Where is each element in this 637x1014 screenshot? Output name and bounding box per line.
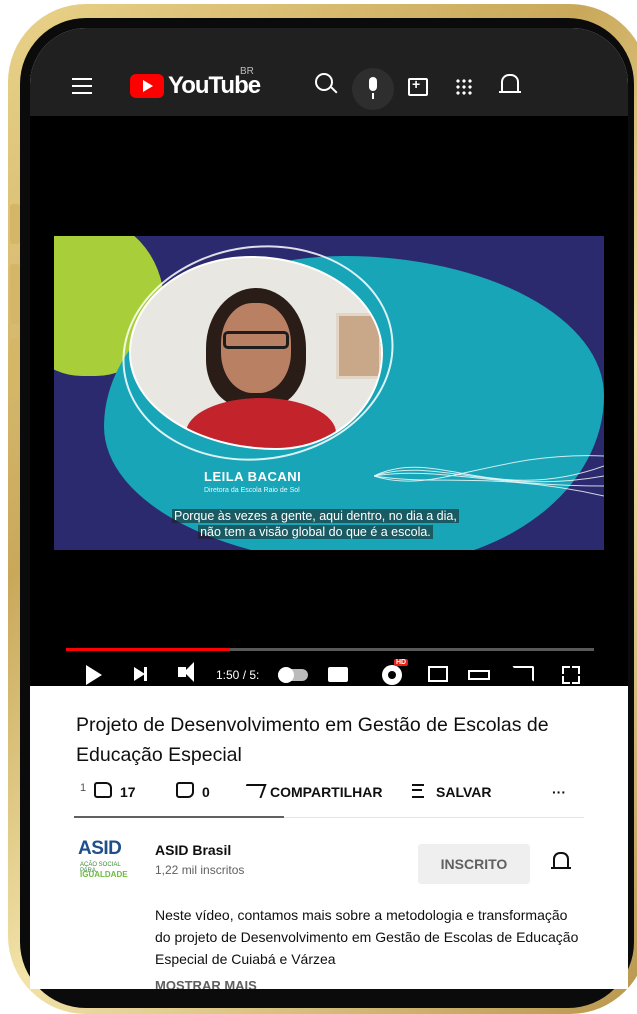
create-video-icon[interactable] <box>408 76 428 96</box>
subtitle-line-1: Porque às vezes a gente, aqui dentro, no… <box>172 509 459 523</box>
like-prefix: 1 <box>80 782 87 794</box>
progress-fill <box>66 648 230 651</box>
speaker-name: LEILA BACANI <box>204 469 302 484</box>
channel-logo-text: ASID <box>78 838 122 859</box>
dislike-count[interactable]: 0 <box>202 784 210 800</box>
decorative-wave-lines <box>374 455 604 497</box>
notifications-bell-icon[interactable] <box>499 74 521 93</box>
dislike-icon[interactable] <box>176 782 194 798</box>
play-icon[interactable] <box>86 665 102 685</box>
autoplay-toggle[interactable] <box>278 667 308 683</box>
subtitle-line-2: não tem a visão global do que é a escola… <box>198 525 433 539</box>
hd-badge: HD <box>394 659 409 666</box>
subscriber-count: 1,22 mil inscritos <box>155 863 245 877</box>
youtube-header: YouTube BR <box>30 28 628 116</box>
subscribe-button[interactable]: INSCRITO <box>418 844 530 884</box>
video-description: Neste vídeo, contamos mais sobre a metod… <box>155 907 579 967</box>
save-playlist-icon[interactable] <box>412 784 424 798</box>
share-icon[interactable] <box>241 784 267 798</box>
like-count[interactable]: 17 <box>120 784 136 800</box>
more-actions-button[interactable]: ··· <box>552 784 566 800</box>
share-button[interactable]: COMPARTILHAR <box>270 784 383 800</box>
video-info: Projeto de Desenvolvimento em Gestão de … <box>30 686 628 989</box>
channel-avatar[interactable]: ASID AÇÃO SOCIAL PARA IGUALDADE <box>78 838 128 898</box>
video-title: Projeto de Desenvolvimento em Gestão de … <box>76 714 549 766</box>
save-button[interactable]: SALVAR <box>436 784 491 800</box>
phone-volume-up-button <box>10 264 20 324</box>
volume-icon[interactable] <box>178 662 194 682</box>
next-icon[interactable] <box>134 667 147 681</box>
phone-screen: YouTube BR LEILA BACANI Diretora da Esco… <box>30 28 628 989</box>
subtitles-icon[interactable] <box>328 667 348 682</box>
like-icon[interactable] <box>94 782 112 798</box>
search-icon[interactable] <box>315 73 333 91</box>
speaker-role: Diretora da Escola Raio de Sol <box>204 487 300 494</box>
country-code: BR <box>240 66 254 77</box>
youtube-logo-icon[interactable] <box>130 74 164 98</box>
fullscreen-icon[interactable] <box>562 666 580 684</box>
like-ratio-bar <box>74 816 284 818</box>
channel-name[interactable]: ASID Brasil <box>155 842 231 858</box>
video-subtitles: Porque às vezes a gente, aqui dentro, no… <box>172 508 459 540</box>
mic-icon <box>369 77 377 99</box>
miniplayer-icon[interactable] <box>428 666 448 682</box>
cast-icon[interactable] <box>512 666 534 682</box>
action-bar: 1 17 0 COMPARTILHAR SALVAR ··· <box>74 778 594 804</box>
voice-search-button[interactable] <box>352 68 394 110</box>
channel-logo-igualdade: IGUALDADE <box>80 870 128 879</box>
phone-side-button <box>10 204 20 244</box>
show-more-button[interactable]: MOSTRAR MAIS <box>155 978 257 989</box>
menu-icon[interactable] <box>72 78 92 94</box>
apps-icon[interactable] <box>455 78 473 96</box>
settings-gear-icon[interactable] <box>382 665 402 685</box>
phone-volume-down-button <box>10 339 20 399</box>
video-frame: LEILA BACANI Diretora da Escola Raio de … <box>54 236 604 550</box>
channel-bell-icon[interactable] <box>551 852 571 869</box>
progress-bar[interactable] <box>66 648 594 651</box>
theater-mode-icon[interactable] <box>468 670 490 680</box>
video-player[interactable]: LEILA BACANI Diretora da Escola Raio de … <box>30 116 628 686</box>
time-display: 1:50 / 5: <box>216 668 260 682</box>
